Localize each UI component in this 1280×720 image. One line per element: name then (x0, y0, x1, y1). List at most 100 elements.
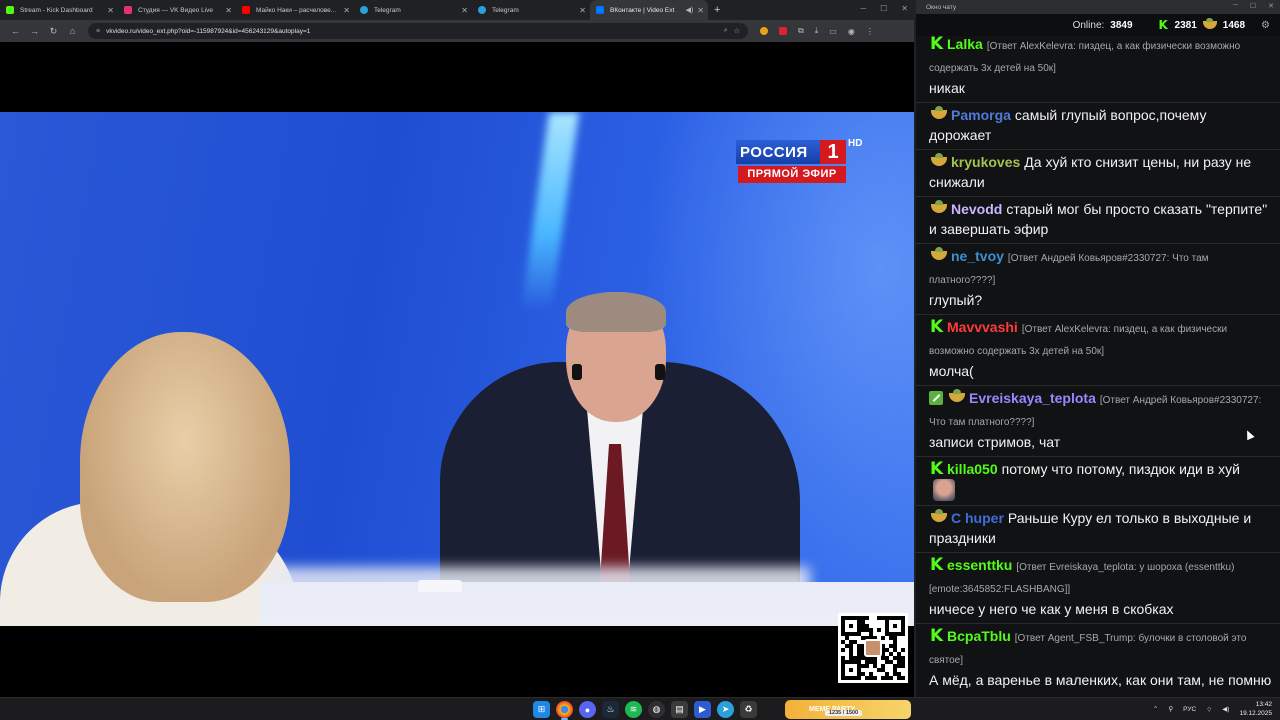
chat-message-text: записи стримов, чат (929, 434, 1061, 450)
recycle-icon[interactable]: ♻ (740, 701, 757, 718)
chat-username[interactable]: ne_tvoy (951, 248, 1004, 264)
tab-bar: Stream - Kick Dashboard ✕ Студия — VK Ви… (0, 0, 914, 20)
site-info-icon[interactable]: ≡ (96, 28, 100, 35)
discord-icon[interactable]: ● (579, 701, 596, 718)
chat-username[interactable]: kryukoves (951, 154, 1020, 170)
extension-icon[interactable] (760, 27, 768, 35)
channel-number: 1 (820, 140, 846, 164)
tab-label: ВКонтакте | Video Ext (610, 6, 675, 14)
chrome-icon[interactable] (556, 701, 573, 720)
bowl-viewer-count: 1468 (1222, 19, 1246, 31)
taskbar: ⊞ ● ♨ ≋ ◍ ▤ ▶ ➤ ♻ MEME PARTY 1235 / 1500… (0, 697, 1280, 720)
tab-kick-dashboard[interactable]: Stream - Kick Dashboard ✕ (0, 0, 118, 20)
chat-username[interactable]: Lalka (947, 36, 983, 52)
bowl-icon (1202, 18, 1217, 29)
menu-icon[interactable]: ⋮ (866, 27, 874, 36)
speaker-icon[interactable]: ◀) (686, 6, 694, 14)
hd-label: HD (848, 138, 863, 149)
chat-username[interactable]: Mavvvashi (947, 319, 1018, 335)
kick-icon (1159, 18, 1169, 32)
url-text: vkvideo.ru/video_ext.php?oid=-115987924&… (106, 27, 311, 35)
tab-vk-video-ext[interactable]: ВКонтакте | Video Ext ◀) ✕ (590, 0, 708, 20)
tab-label: Stream - Kick Dashboard (20, 6, 93, 14)
online-label: Online: (1072, 19, 1105, 31)
tab-close-icon[interactable]: ✕ (461, 6, 468, 15)
tab-telegram-1[interactable]: Telegram ✕ (354, 0, 472, 20)
zoom-icon[interactable]: ⌕ (724, 27, 728, 35)
window-controls: ─ ☐ ✕ (860, 4, 908, 13)
tab-youtube[interactable]: Майко Наки – расчеловечив… ✕ (236, 0, 354, 20)
tab-close-icon[interactable]: ✕ (697, 6, 704, 15)
address-bar[interactable]: ≡ vkvideo.ru/video_ext.php?oid=-11598792… (88, 23, 748, 39)
system-tray: ⌃ ⚲ РУС ⌔ ◀) 13:42 19.12.2025 (1153, 700, 1272, 718)
download-icon[interactable]: ⤓ (815, 26, 819, 36)
minimize-icon[interactable]: ─ (1233, 2, 1238, 10)
maximize-icon[interactable]: ☐ (1250, 2, 1256, 10)
meme-party-widget[interactable]: MEME PARTY 1235 / 1500 (785, 700, 911, 719)
extensions-puzzle-icon[interactable]: ⧉ (798, 26, 804, 36)
forward-icon[interactable]: → (25, 26, 44, 36)
chat-titlebar: Окно чату ─ ☐ ✕ (916, 0, 1280, 14)
kick-badge-icon (929, 555, 943, 575)
back-icon[interactable]: ← (6, 26, 25, 36)
chat-message-text: глупый? (929, 292, 983, 308)
widget-progress: 1235 / 1500 (825, 710, 863, 716)
kick-badge-icon (929, 317, 943, 337)
browser-window: Stream - Kick Dashboard ✕ Студия — VK Ви… (0, 0, 914, 697)
lapel-microphone (572, 364, 582, 380)
speaker-hair (566, 292, 666, 332)
spotify-icon[interactable]: ≋ (625, 701, 642, 718)
host-hair (80, 332, 290, 602)
chat-username[interactable]: Pamorga (951, 107, 1011, 123)
close-icon[interactable]: ✕ (901, 4, 908, 13)
chat-message: ne_tvoy [Ответ Андрей Ковьяров#2330727: Ч… (916, 244, 1280, 315)
chat-username[interactable]: Evreiskaya_teplota (969, 390, 1096, 406)
wifi-icon[interactable]: ⌔ (1206, 705, 1212, 714)
new-tab-icon[interactable]: + (714, 4, 720, 16)
tab-close-icon[interactable]: ✕ (107, 6, 114, 15)
clock[interactable]: 13:42 19.12.2025 (1239, 700, 1272, 718)
chat-username[interactable]: BcpaTblu (947, 628, 1011, 644)
app-icon[interactable]: ▤ (671, 701, 688, 718)
tab-vk-studio[interactable]: Студия — VK Видео Live ✕ (118, 0, 236, 20)
chat-username[interactable]: Nevodd (951, 201, 1002, 217)
media-player-icon[interactable]: ▶ (694, 701, 711, 718)
reload-icon[interactable]: ↻ (44, 26, 63, 37)
tab-telegram-2[interactable]: Telegram ✕ (472, 0, 590, 20)
volume-icon[interactable]: ◀) (1222, 705, 1229, 713)
chat-username[interactable]: C huper (951, 510, 1004, 526)
chat-window-title: Окно чату (926, 3, 957, 11)
language-indicator[interactable]: РУС (1183, 706, 1196, 713)
usb-icon[interactable]: ⚲ (1168, 705, 1173, 713)
tab-close-icon[interactable]: ✕ (579, 6, 586, 15)
bowl-badge-icon (949, 389, 965, 402)
qr-module (901, 676, 905, 680)
studio-light (520, 112, 580, 312)
steam-icon[interactable]: ♨ (602, 701, 619, 718)
bowl-badge-icon (931, 200, 947, 213)
minimize-icon[interactable]: ─ (860, 4, 866, 13)
chat-username[interactable]: essenttku (947, 557, 1012, 573)
telegram-icon[interactable]: ➤ (717, 701, 734, 718)
start-icon[interactable]: ⊞ (533, 701, 550, 718)
tab-close-icon[interactable]: ✕ (343, 6, 350, 15)
emote-image (933, 479, 955, 501)
obs-icon[interactable]: ◍ (648, 701, 665, 718)
tab-close-icon[interactable]: ✕ (225, 6, 232, 15)
chevron-up-icon[interactable]: ⌃ (1153, 705, 1158, 713)
kick-viewer-count: 2381 (1174, 19, 1197, 31)
chat-message-text: никак (929, 80, 965, 96)
bookmark-star-icon[interactable]: ☆ (734, 27, 740, 35)
sidebar-icon[interactable]: ▭ (829, 27, 837, 36)
extension-icon[interactable] (779, 27, 787, 35)
settings-icon[interactable]: ⚙ (1261, 20, 1270, 31)
video-player[interactable] (0, 112, 914, 626)
kick-badge-icon (929, 459, 943, 479)
close-icon[interactable]: ✕ (1268, 2, 1274, 10)
chat-username[interactable]: killa050 (947, 461, 998, 477)
chat-message: Lalka[Ответ AlexKelevra: пиздец, а как ф… (916, 32, 1280, 103)
channel-name: РОССИЯ (740, 143, 808, 161)
profile-icon[interactable]: ◉ (848, 27, 855, 36)
home-icon[interactable]: ⌂ (63, 26, 82, 36)
maximize-icon[interactable]: ☐ (880, 4, 887, 13)
